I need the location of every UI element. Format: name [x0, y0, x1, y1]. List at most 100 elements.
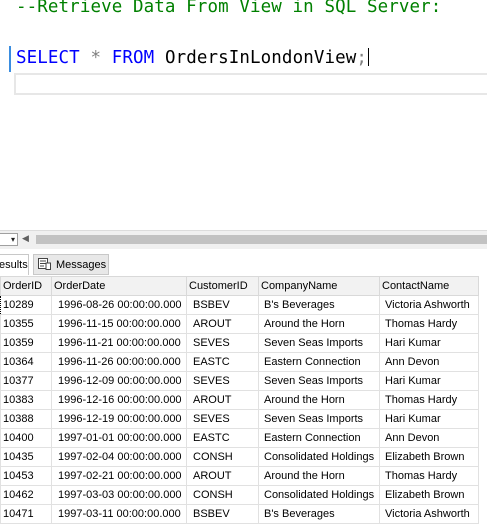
column-header-customerid[interactable]: CustomerID — [186, 276, 259, 296]
customer-id-cell[interactable]: AROUT — [186, 314, 259, 334]
order-id-cell[interactable]: 10462 — [0, 485, 52, 505]
table-row[interactable]: 10453 1997-02-21 00:00:00.000 AROUT Around … — [0, 466, 479, 486]
header-row: OrderID OrderDate CustomerID CompanyName… — [0, 276, 479, 296]
scroll-left-arrow-icon[interactable]: ◀ — [22, 233, 29, 246]
keyword-select: SELECT — [16, 48, 80, 68]
table-row[interactable]: 10355 1996-11-15 00:00:00.000 AROUT Around … — [0, 314, 479, 334]
order-date-cell[interactable]: 1997-01-01 00:00:00.000 — [51, 428, 187, 448]
company-name-cell[interactable]: B's Beverages — [258, 295, 380, 315]
contact-name-cell[interactable]: Ann Devon — [379, 352, 479, 372]
table-row[interactable]: 10289 1996-08-26 00:00:00.000 BSBEV B's Bev… — [0, 295, 479, 315]
company-name-cell[interactable]: Around the Horn — [258, 314, 380, 334]
customer-id-cell[interactable]: AROUT — [186, 390, 259, 410]
sql-editor[interactable]: --Retrieve Data From View in SQL Server:… — [0, 0, 487, 228]
order-date-cell[interactable]: 1997-03-11 00:00:00.000 — [51, 504, 187, 524]
tab-results-label: esults — [0, 259, 28, 271]
tab-messages[interactable]: Messages — [33, 254, 109, 275]
order-id-cell[interactable]: 10289 — [0, 295, 52, 315]
table-row[interactable]: 10435 1997-02-04 00:00:00.000 CONSH Consoli… — [0, 447, 479, 467]
order-date-cell[interactable]: 1996-08-26 00:00:00.000 — [51, 295, 187, 315]
customer-id-cell[interactable]: AROUT — [186, 466, 259, 486]
current-line-highlight — [14, 73, 487, 95]
results-tabbar: esults Messages — [0, 249, 487, 276]
company-name-cell[interactable]: Consolidated Holdings — [258, 485, 380, 505]
customer-id-cell[interactable]: CONSH — [186, 485, 259, 505]
order-id-cell[interactable]: 10453 — [0, 466, 52, 486]
order-date-cell[interactable]: 1996-12-09 00:00:00.000 — [51, 371, 187, 391]
company-name-cell[interactable]: Eastern Connection — [258, 352, 380, 372]
order-date-cell[interactable]: 1997-02-04 00:00:00.000 — [51, 447, 187, 467]
statement-terminator: ; — [356, 48, 368, 68]
column-header-companyname[interactable]: CompanyName — [258, 276, 380, 296]
order-id-cell[interactable]: 10383 — [0, 390, 52, 410]
company-name-cell[interactable]: Seven Seas Imports — [258, 409, 380, 429]
customer-id-cell[interactable]: BSBEV — [186, 295, 259, 315]
table-row[interactable]: 10400 1997-01-01 00:00:00.000 EASTC Eastern… — [0, 428, 479, 448]
contact-name-cell[interactable]: Hari Kumar — [379, 371, 479, 391]
contact-name-cell[interactable]: Hari Kumar — [379, 333, 479, 353]
customer-id-cell[interactable]: CONSH — [186, 447, 259, 467]
company-name-cell[interactable]: Seven Seas Imports — [258, 371, 380, 391]
contact-name-cell[interactable]: Victoria Ashworth — [379, 295, 479, 315]
order-id-cell[interactable]: 10435 — [0, 447, 52, 467]
table-row[interactable]: 10359 1996-11-21 00:00:00.000 SEVES Seven S… — [0, 333, 479, 353]
star-operator: * — [90, 48, 102, 68]
contact-name-cell[interactable]: Elizabeth Brown — [379, 485, 479, 505]
customer-id-cell[interactable]: EASTC — [186, 352, 259, 372]
results-grid[interactable]: OrderID OrderDate CustomerID CompanyName… — [0, 276, 487, 526]
customer-id-cell[interactable]: SEVES — [186, 371, 259, 391]
column-header-contactname[interactable]: ContactName — [379, 276, 479, 296]
tab-messages-label: Messages — [56, 259, 107, 271]
tab-results[interactable]: esults — [0, 254, 29, 275]
order-id-cell[interactable]: 10355 — [0, 314, 52, 334]
zoom-dropdown[interactable]: ▾ — [0, 233, 18, 246]
order-date-cell[interactable]: 1996-11-21 00:00:00.000 — [51, 333, 187, 353]
table-row[interactable]: 10364 1996-11-26 00:00:00.000 EASTC Eastern… — [0, 352, 479, 372]
order-date-cell[interactable]: 1997-02-21 00:00:00.000 — [51, 466, 187, 486]
company-name-cell[interactable]: Consolidated Holdings — [258, 447, 380, 467]
customer-id-cell[interactable]: SEVES — [186, 333, 259, 353]
order-date-cell[interactable]: 1996-12-16 00:00:00.000 — [51, 390, 187, 410]
order-id-cell[interactable]: 10364 — [0, 352, 52, 372]
horizontal-scrollbar[interactable]: ▾ ◀ — [0, 230, 487, 249]
contact-name-cell[interactable]: Elizabeth Brown — [379, 447, 479, 467]
column-header-orderdate[interactable]: OrderDate — [51, 276, 187, 296]
customer-id-cell[interactable]: EASTC — [186, 428, 259, 448]
order-date-cell[interactable]: 1997-03-03 00:00:00.000 — [51, 485, 187, 505]
order-id-cell[interactable]: 10400 — [0, 428, 52, 448]
customer-id-cell[interactable]: BSBEV — [186, 504, 259, 524]
view-name: OrdersInLondonView — [164, 48, 357, 68]
company-name-cell[interactable]: Around the Horn — [258, 390, 380, 410]
contact-name-cell[interactable]: Ann Devon — [379, 428, 479, 448]
order-date-cell[interactable]: 1996-11-26 00:00:00.000 — [51, 352, 187, 372]
table-row[interactable]: 10377 1996-12-09 00:00:00.000 SEVES Seven S… — [0, 371, 479, 391]
code-query-line: SELECT * FROM OrdersInLondonView; — [16, 48, 370, 68]
table-row[interactable]: 10462 1997-03-03 00:00:00.000 CONSH Consoli… — [0, 485, 479, 505]
order-id-cell[interactable]: 10359 — [0, 333, 52, 353]
company-name-cell[interactable]: B's Beverages — [258, 504, 380, 524]
contact-name-cell[interactable]: Thomas Hardy — [379, 466, 479, 486]
company-name-cell[interactable]: Eastern Connection — [258, 428, 380, 448]
order-date-cell[interactable]: 1996-11-15 00:00:00.000 — [51, 314, 187, 334]
company-name-cell[interactable]: Around the Horn — [258, 466, 380, 486]
order-id-cell[interactable]: 10388 — [0, 409, 52, 429]
contact-name-cell[interactable]: Thomas Hardy — [379, 390, 479, 410]
messages-icon — [38, 257, 51, 270]
order-id-cell[interactable]: 10377 — [0, 371, 52, 391]
contact-name-cell[interactable]: Hari Kumar — [379, 409, 479, 429]
table-row[interactable]: 10471 1997-03-11 00:00:00.000 BSBEV B's Bev… — [0, 504, 479, 524]
column-header-orderid[interactable]: OrderID — [0, 276, 52, 296]
order-date-cell[interactable]: 1996-12-19 00:00:00.000 — [51, 409, 187, 429]
customer-id-cell[interactable]: SEVES — [186, 409, 259, 429]
company-name-cell[interactable]: Seven Seas Imports — [258, 333, 380, 353]
code-comment-line: --Retrieve Data From View in SQL Server: — [16, 0, 442, 17]
scroll-thumb[interactable] — [36, 235, 487, 244]
contact-name-cell[interactable]: Thomas Hardy — [379, 314, 479, 334]
table-row[interactable]: 10383 1996-12-16 00:00:00.000 AROUT Around … — [0, 390, 479, 410]
change-tracking-bar — [9, 46, 11, 72]
contact-name-cell[interactable]: Victoria Ashworth — [379, 504, 479, 524]
table-row[interactable]: 10388 1996-12-19 00:00:00.000 SEVES Seven S… — [0, 409, 479, 429]
keyword-from: FROM — [111, 48, 155, 68]
order-id-cell[interactable]: 10471 — [0, 504, 52, 524]
results-table: OrderID OrderDate CustomerID CompanyName… — [0, 276, 479, 524]
